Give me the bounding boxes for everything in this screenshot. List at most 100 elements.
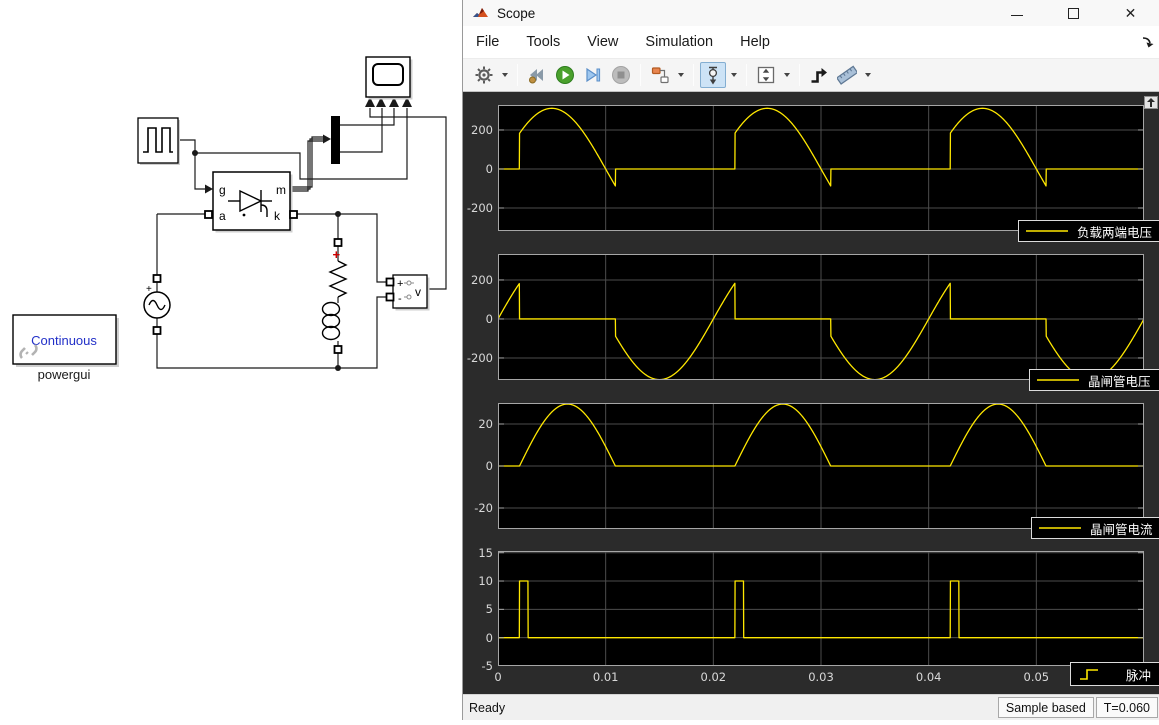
status-ready-text: Ready	[463, 701, 505, 715]
toolbar-separator	[746, 64, 747, 86]
voltmeter-plus-connector[interactable]	[387, 279, 394, 286]
status-sim-time: T=0.060	[1096, 697, 1158, 718]
scope-axes-4[interactable]	[498, 551, 1144, 666]
menu-view[interactable]: View	[587, 34, 618, 50]
thyristor-block[interactable]: g m a k	[205, 172, 297, 233]
port-label-m: m	[276, 183, 286, 197]
measurements-ruler-button[interactable]	[834, 62, 860, 88]
legend-step-glyph	[1078, 666, 1102, 682]
measurements-dropdown-caret[interactable]	[861, 62, 874, 88]
maximize-button[interactable]	[1045, 0, 1102, 26]
ac-plus-sign: +	[146, 284, 152, 295]
curved-arrow-icon[interactable]	[1141, 36, 1154, 49]
signal-selector-dropdown-caret[interactable]	[674, 62, 687, 88]
maximize-icon	[1068, 8, 1079, 19]
pulse-generator-block[interactable]	[138, 118, 180, 165]
scope-axes-1[interactable]	[498, 105, 1144, 231]
y-tick-label: 0	[463, 162, 493, 176]
voltmeter-minus-connector[interactable]	[387, 294, 394, 301]
port-label-a: a	[219, 209, 226, 223]
port-label-g: g	[219, 183, 226, 197]
y-tick-label: -20	[463, 501, 493, 515]
ac-top-connector[interactable]	[154, 275, 161, 282]
toolbar-separator	[517, 64, 518, 86]
y-tick-label: 20	[463, 417, 493, 431]
x-tick-label: 0.05	[1014, 670, 1058, 684]
y-tick-label: -200	[463, 201, 493, 215]
powergui-label: powergui	[38, 367, 91, 382]
y-tick-label: 5	[463, 602, 493, 616]
legend-2[interactable]: 晶闸管电压	[1029, 369, 1159, 391]
menu-file[interactable]: File	[476, 34, 499, 50]
legend-line-glyph	[1039, 526, 1081, 530]
port-label-k: k	[274, 209, 281, 223]
port-a-connector[interactable]	[205, 211, 212, 218]
legend-3[interactable]: 晶闸管电流	[1031, 517, 1159, 539]
gear-icon	[474, 65, 494, 85]
step-back-button[interactable]	[524, 62, 550, 88]
thyristor-dot	[243, 214, 246, 217]
settings-button[interactable]	[471, 62, 497, 88]
signal-selector-icon	[650, 65, 670, 85]
legend-text: 晶闸管电流	[1090, 519, 1153, 538]
toolbar-separator	[640, 64, 641, 86]
ruler-icon	[837, 65, 857, 85]
simulink-model-canvas: g m a k + +	[0, 0, 462, 720]
legend-line-glyph	[1037, 378, 1079, 382]
title-bar: Scope ✕	[463, 0, 1159, 26]
settings-dropdown-caret[interactable]	[498, 62, 511, 88]
menu-tools[interactable]: Tools	[526, 34, 560, 50]
step-forward-button[interactable]	[580, 62, 606, 88]
run-button[interactable]	[552, 62, 578, 88]
toolbar-separator	[693, 64, 694, 86]
menu-simulation[interactable]: Simulation	[645, 34, 713, 50]
trigger-button[interactable]	[806, 62, 832, 88]
rl-top-connector[interactable]	[335, 239, 342, 246]
minimize-button[interactable]	[988, 0, 1045, 26]
menu-help[interactable]: Help	[740, 34, 770, 50]
scope-plot-canvas[interactable]: 2000-200负载两端电压2000-200晶闸管电压200-20晶闸管电流15…	[463, 92, 1159, 694]
axes-scaling-button[interactable]	[753, 62, 779, 88]
axes-scaling-icon	[756, 65, 776, 85]
desktop: { "window": { "title": "Scope", "control…	[0, 0, 1159, 720]
scope-block[interactable]	[366, 57, 413, 100]
y-tick-label: 0	[463, 459, 493, 473]
signal-wires[interactable]	[157, 108, 446, 368]
series-rl-branch-block[interactable]: +	[323, 239, 347, 353]
scope-axes-2[interactable]	[498, 254, 1144, 380]
y-tick-label: 200	[463, 273, 493, 287]
signal-selector-button[interactable]	[647, 62, 673, 88]
x-tick-label: 0.02	[691, 670, 735, 684]
x-tick-label: 0.04	[907, 670, 951, 684]
resistor-icon	[330, 261, 346, 297]
sample-mode-text: Sample based	[1006, 701, 1086, 715]
status-bar: Ready Sample based T=0.060	[463, 694, 1159, 720]
voltage-measurement-block[interactable]: + - v	[387, 275, 430, 311]
ac-bottom-connector[interactable]	[154, 327, 161, 334]
step-forward-icon	[583, 65, 603, 85]
powergui-block[interactable]: Continuous powergui	[13, 315, 119, 382]
menu-bar: File Tools View Simulation Help	[463, 26, 1159, 58]
legend-text: 晶闸管电压	[1088, 371, 1151, 390]
axes-scaling-dropdown-caret[interactable]	[780, 62, 793, 88]
rl-bottom-connector[interactable]	[335, 346, 342, 353]
matlab-icon	[472, 5, 489, 21]
close-button[interactable]: ✕	[1102, 0, 1159, 26]
legend-4[interactable]: 脉冲	[1070, 662, 1159, 686]
y-tick-label: -200	[463, 351, 493, 365]
stop-button[interactable]	[608, 62, 634, 88]
legend-1[interactable]: 负载两端电压	[1018, 220, 1159, 242]
arrow-up-icon	[1146, 98, 1156, 107]
legend-text: 脉冲	[1126, 665, 1151, 684]
cursor-measurements-button[interactable]	[700, 62, 726, 88]
caret-down-icon	[502, 73, 508, 77]
port-k-connector[interactable]	[290, 211, 297, 218]
cursor-measurements-dropdown-caret[interactable]	[727, 62, 740, 88]
toolbar	[463, 58, 1159, 92]
demux-block[interactable]	[331, 116, 340, 164]
scope-axes-3[interactable]	[498, 403, 1144, 529]
sim-time-text: T=0.060	[1104, 701, 1150, 715]
panel-arrow-button[interactable]	[1144, 96, 1158, 109]
caret-down-icon	[731, 73, 737, 77]
x-tick-label: 0.01	[584, 670, 628, 684]
